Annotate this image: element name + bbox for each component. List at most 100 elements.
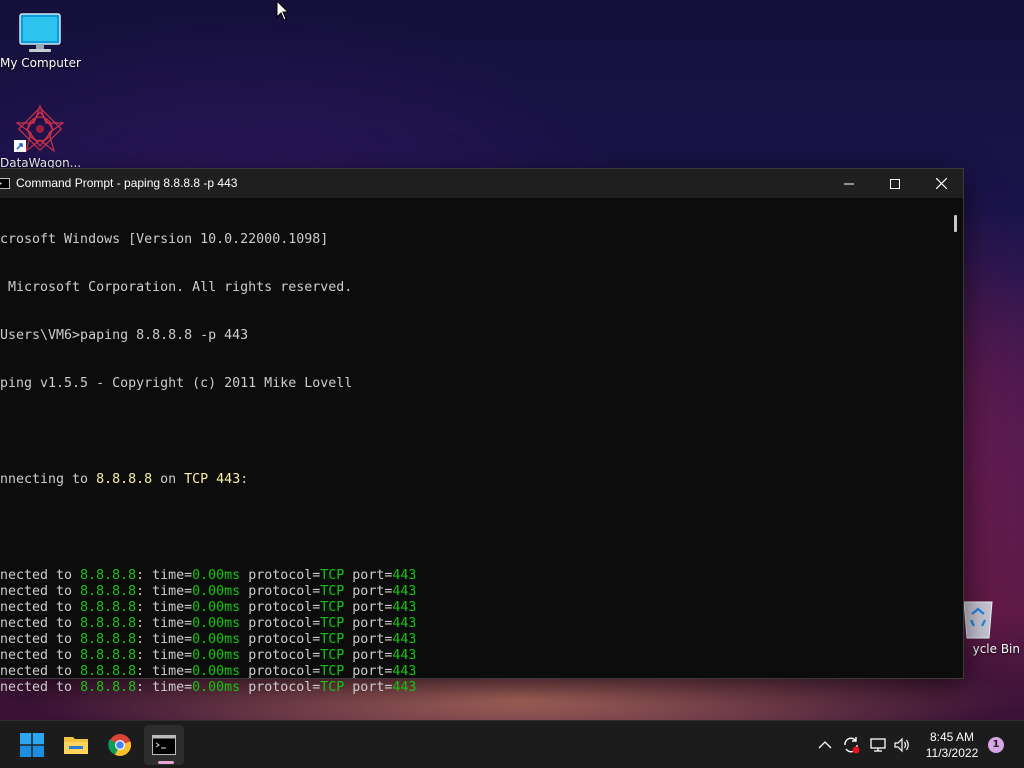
connecting-proto-port: TCP 443	[184, 472, 241, 487]
result-time-label: : time=	[136, 664, 193, 679]
result-row: nnected to 8.8.8.8: time=0.00ms protocol…	[0, 584, 942, 600]
result-prefix: nnected to	[0, 664, 81, 679]
start-button[interactable]	[12, 725, 52, 765]
result-time-label: : time=	[136, 584, 193, 599]
result-protocol: TCP	[320, 632, 345, 647]
connecting-mid: on	[152, 472, 185, 487]
result-host: 8.8.8.8	[80, 568, 137, 583]
result-host: 8.8.8.8	[80, 632, 137, 647]
chevron-up-icon	[818, 741, 832, 749]
result-row: nnected to 8.8.8.8: time=0.00ms protocol…	[0, 664, 942, 680]
result-time: 0.00ms	[192, 568, 241, 583]
connecting-line: onnecting to 8.8.8.8 on TCP 443:	[0, 472, 942, 488]
command-prompt-window[interactable]: Command Prompt - paping 8.8.8.8 -p 443 i…	[0, 168, 964, 695]
notification-badge[interactable]: 1	[988, 737, 1004, 753]
result-row: nnected to 8.8.8.8: time=0.00ms protocol…	[0, 632, 942, 648]
result-time: 0.00ms	[192, 664, 241, 679]
console-line: icrosoft Windows [Version 10.0.22000.109…	[0, 232, 329, 247]
result-host: 8.8.8.8	[80, 584, 137, 599]
clock-date: 11/3/2022	[925, 746, 979, 760]
taskbar-file-explorer[interactable]	[56, 725, 96, 765]
tray-overflow-button[interactable]	[818, 721, 832, 768]
window-title: Command Prompt - paping 8.8.8.8 -p 443	[16, 176, 238, 190]
result-time: 0.00ms	[192, 616, 241, 631]
result-port-label: port=	[344, 616, 393, 631]
result-port-label: port=	[344, 664, 393, 679]
chrome-icon	[108, 734, 132, 756]
result-host: 8.8.8.8	[80, 680, 137, 695]
taskbar-chrome[interactable]	[100, 725, 140, 765]
result-protocol-label: protocol=	[240, 600, 321, 615]
minimize-icon	[844, 183, 854, 184]
result-port: 443	[392, 632, 417, 647]
result-prefix: nnected to	[0, 648, 81, 663]
result-time-label: : time=	[136, 600, 193, 615]
result-port: 443	[392, 616, 417, 631]
result-protocol: TCP	[320, 600, 345, 615]
connecting-prefix: onnecting to	[0, 472, 97, 487]
result-time: 0.00ms	[192, 680, 241, 695]
connecting-host: 8.8.8.8	[96, 472, 153, 487]
desktop-icon-datawagon[interactable]: DataWagon...	[0, 104, 81, 170]
desktop-icon-label: My Computer	[0, 56, 81, 70]
result-prefix: nnected to	[0, 568, 81, 583]
result-port: 443	[392, 664, 417, 679]
shortcut-arrow-icon	[14, 140, 26, 152]
taskbar: 8:45 AM 11/3/2022 1	[0, 720, 1024, 768]
result-protocol: TCP	[320, 616, 345, 631]
maximize-button[interactable]	[872, 169, 918, 198]
result-protocol: TCP	[320, 568, 345, 583]
taskbar-command-prompt[interactable]	[144, 725, 184, 765]
cmd-app-icon	[0, 178, 10, 189]
close-icon	[935, 178, 947, 189]
result-port-label: port=	[344, 648, 393, 663]
tray-network-button[interactable]	[869, 721, 887, 768]
windows-start-icon	[20, 733, 44, 757]
result-time-label: : time=	[136, 616, 193, 631]
mouse-cursor-icon	[276, 0, 290, 21]
taskbar-clock[interactable]: 8:45 AM 11/3/2022	[912, 729, 992, 761]
result-time: 0.00ms	[192, 584, 241, 599]
result-time-label: : time=	[136, 648, 193, 663]
result-host: 8.8.8.8	[80, 600, 137, 615]
result-port: 443	[392, 680, 417, 695]
result-host: 8.8.8.8	[80, 648, 137, 663]
close-button[interactable]	[918, 169, 964, 198]
result-protocol-label: protocol=	[240, 664, 321, 679]
result-port-label: port=	[344, 680, 393, 695]
result-row: nnected to 8.8.8.8: time=0.00ms protocol…	[0, 568, 942, 584]
maximize-icon	[890, 178, 900, 189]
recycle-bin-icon	[963, 601, 993, 639]
console-line: \Users\VM6>paping 8.8.8.8 -p 443	[0, 328, 249, 343]
result-port-label: port=	[344, 600, 393, 615]
active-app-indicator	[158, 761, 174, 764]
result-prefix: nnected to	[0, 600, 81, 615]
result-time-label: : time=	[136, 568, 193, 583]
result-protocol-label: protocol=	[240, 632, 321, 647]
result-prefix: nnected to	[0, 680, 81, 695]
tray-volume-button[interactable]	[893, 721, 911, 768]
file-explorer-icon	[64, 737, 88, 754]
result-protocol-label: protocol=	[240, 616, 321, 631]
console-line: ) Microsoft Corporation. All rights rese…	[0, 280, 353, 295]
desktop-icon-my-computer[interactable]: My Computer	[0, 8, 81, 70]
window-titlebar[interactable]: Command Prompt - paping 8.8.8.8 -p 443	[0, 169, 963, 198]
result-port: 443	[392, 648, 417, 663]
result-row: nnected to 8.8.8.8: time=0.00ms protocol…	[0, 680, 942, 696]
connecting-suffix: :	[240, 472, 249, 487]
console-scrollbar[interactable]	[954, 215, 957, 232]
tray-sync-button[interactable]	[841, 721, 861, 768]
result-row: nnected to 8.8.8.8: time=0.00ms protocol…	[0, 600, 942, 616]
sync-alert-icon	[844, 737, 860, 754]
result-protocol: TCP	[320, 664, 345, 679]
result-row: nnected to 8.8.8.8: time=0.00ms protocol…	[0, 616, 942, 632]
console-output[interactable]: icrosoft Windows [Version 10.0.22000.109…	[0, 200, 942, 695]
minimize-button[interactable]	[826, 169, 872, 198]
result-host: 8.8.8.8	[80, 664, 137, 679]
result-port-label: port=	[344, 584, 393, 599]
volume-icon	[894, 737, 909, 753]
result-port-label: port=	[344, 632, 393, 647]
result-protocol: TCP	[320, 584, 345, 599]
